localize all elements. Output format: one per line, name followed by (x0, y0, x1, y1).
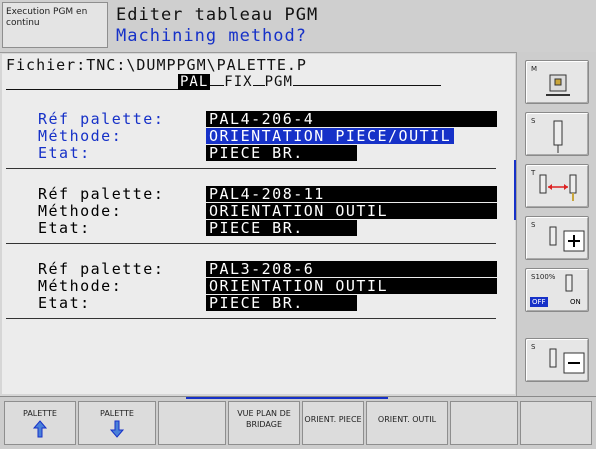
empty-softkey[interactable] (520, 401, 592, 445)
spindle-minus-label: S (531, 343, 536, 351)
orient-tool-label: ORIENT. OUTIL (377, 415, 437, 424)
arrow-down-icon (109, 420, 125, 438)
pallet-method-field[interactable]: ORIENTATION OUTIL (206, 278, 497, 294)
tab-rule (252, 85, 265, 86)
pallet-method-label: Méthode: (38, 277, 123, 295)
pallet-state-row: Etat: PIECE BR. (38, 294, 357, 312)
spindle-override-toggle[interactable]: S100% OFF ON (525, 268, 589, 312)
pallet-up-softkey[interactable]: PALETTE (4, 401, 76, 445)
clamping-plan-view-label: VUE PLAN DE BRIDAGE (237, 409, 291, 429)
file-path: Fichier:TNC:\DUMPPGM\PALETTE.P (6, 56, 307, 74)
tool-change-button[interactable]: T (525, 164, 589, 208)
spindle-icon (553, 120, 563, 153)
spindle-override-label: S100% (531, 273, 556, 281)
pallet-state-label: Etat: (38, 219, 91, 237)
m-function-button[interactable]: M (525, 60, 589, 104)
pallet-state-label: Etat: (38, 294, 91, 312)
tool-change-label: T (531, 169, 536, 177)
separator (6, 318, 496, 319)
arrow-up-icon (32, 420, 48, 438)
pallet-method-label: Méthode: (38, 202, 123, 220)
m-function-label: M (531, 65, 538, 73)
pallet-ref-field[interactable]: PAL4-206-4 (206, 111, 497, 127)
spindle-speed-decrease-button[interactable]: S (525, 338, 589, 382)
plus-icon (549, 226, 585, 252)
pallet-ref-row: Réf palette: PAL3-208-6 (38, 260, 497, 278)
spindle-plus-label: S (531, 221, 536, 229)
tool-change-icon (539, 174, 577, 201)
pallet-method-row: Méthode: ORIENTATION PIECE/OUTIL (38, 127, 455, 145)
pallet-method-field-selected[interactable]: ORIENTATION PIECE/OUTIL (206, 128, 455, 144)
pallet-state-field[interactable]: PIECE BR. (206, 295, 357, 311)
pallet-state-label: Etat: (38, 144, 91, 162)
operating-mode-label: Execution PGM en continu (6, 7, 88, 28)
on-indicator: ON (570, 298, 581, 306)
minus-icon (549, 348, 585, 374)
separator (6, 168, 496, 169)
pallet-ref-field[interactable]: PAL4-208-11 (206, 186, 497, 202)
table-level-tabs: PAL FIX PGM (6, 74, 441, 90)
orient-tool-softkey[interactable]: ORIENT. OUTIL (366, 401, 448, 445)
tab-pgm[interactable]: PGM (265, 74, 293, 90)
pallet-method-row: Méthode: ORIENTATION OUTIL (38, 202, 497, 220)
separator (6, 243, 496, 244)
softkey-level-indicator (186, 397, 388, 399)
tab-pal[interactable]: PAL (178, 74, 211, 90)
pallet-ref-label: Réf palette: (38, 185, 165, 203)
pallet-state-field[interactable]: PIECE BR. (206, 145, 357, 161)
pallet-up-label: PALETTE (23, 409, 57, 418)
orient-piece-label: ORIENT. PIECE (304, 415, 362, 424)
header-bar: Execution PGM en continu Editer tableau … (0, 0, 596, 53)
pallet-state-row: Etat: PIECE BR. (38, 219, 357, 237)
vertical-softkey-bar: M S T S S100% OFF ON S (516, 52, 596, 396)
pallet-table-editor: Fichier:TNC:\DUMPPGM\PALETTE.P PAL FIX PGM… (2, 54, 515, 394)
pallet-ref-field[interactable]: PAL3-208-6 (206, 261, 497, 277)
horizontal-softkey-bar: PALETTE PALETTE VUE PLAN DE BRIDAGE ORIE… (0, 396, 596, 449)
operating-mode-indicator: Execution PGM en continu (2, 2, 108, 48)
pallet-ref-row: Réf palette: PAL4-206-4 (38, 110, 497, 128)
pallet-ref-label: Réf palette: (38, 110, 165, 128)
dialog-prompt: Machining method? (116, 26, 307, 46)
tab-rule (210, 85, 225, 86)
empty-softkey[interactable] (450, 401, 518, 445)
tab-fix[interactable]: FIX (224, 74, 252, 90)
editing-mode-title: Editer tableau PGM (116, 5, 319, 25)
orient-piece-softkey[interactable]: ORIENT. PIECE (302, 401, 364, 445)
tab-rule-right (292, 85, 441, 86)
clamping-plan-view-softkey[interactable]: VUE PLAN DE BRIDAGE (228, 401, 300, 445)
pallet-ref-row: Réf palette: PAL4-208-11 (38, 185, 497, 203)
off-indicator: OFF (530, 297, 548, 307)
pallet-ref-label: Réf palette: (38, 260, 165, 278)
pallet-state-row: Etat: PIECE BR. (38, 144, 357, 162)
spindle-label: S (531, 117, 536, 125)
spindle-button[interactable]: S (525, 112, 589, 156)
empty-softkey[interactable] (158, 401, 226, 445)
pallet-method-label: Méthode: (38, 127, 123, 145)
pallet-method-field[interactable]: ORIENTATION OUTIL (206, 203, 497, 219)
pallet-method-row: Méthode: ORIENTATION OUTIL (38, 277, 497, 295)
pallet-down-label: PALETTE (100, 409, 134, 418)
tab-rule-left (6, 89, 178, 90)
pallet-state-field[interactable]: PIECE BR. (206, 220, 357, 236)
pallet-down-softkey[interactable]: PALETTE (78, 401, 156, 445)
spindle-speed-increase-button[interactable]: S (525, 216, 589, 260)
